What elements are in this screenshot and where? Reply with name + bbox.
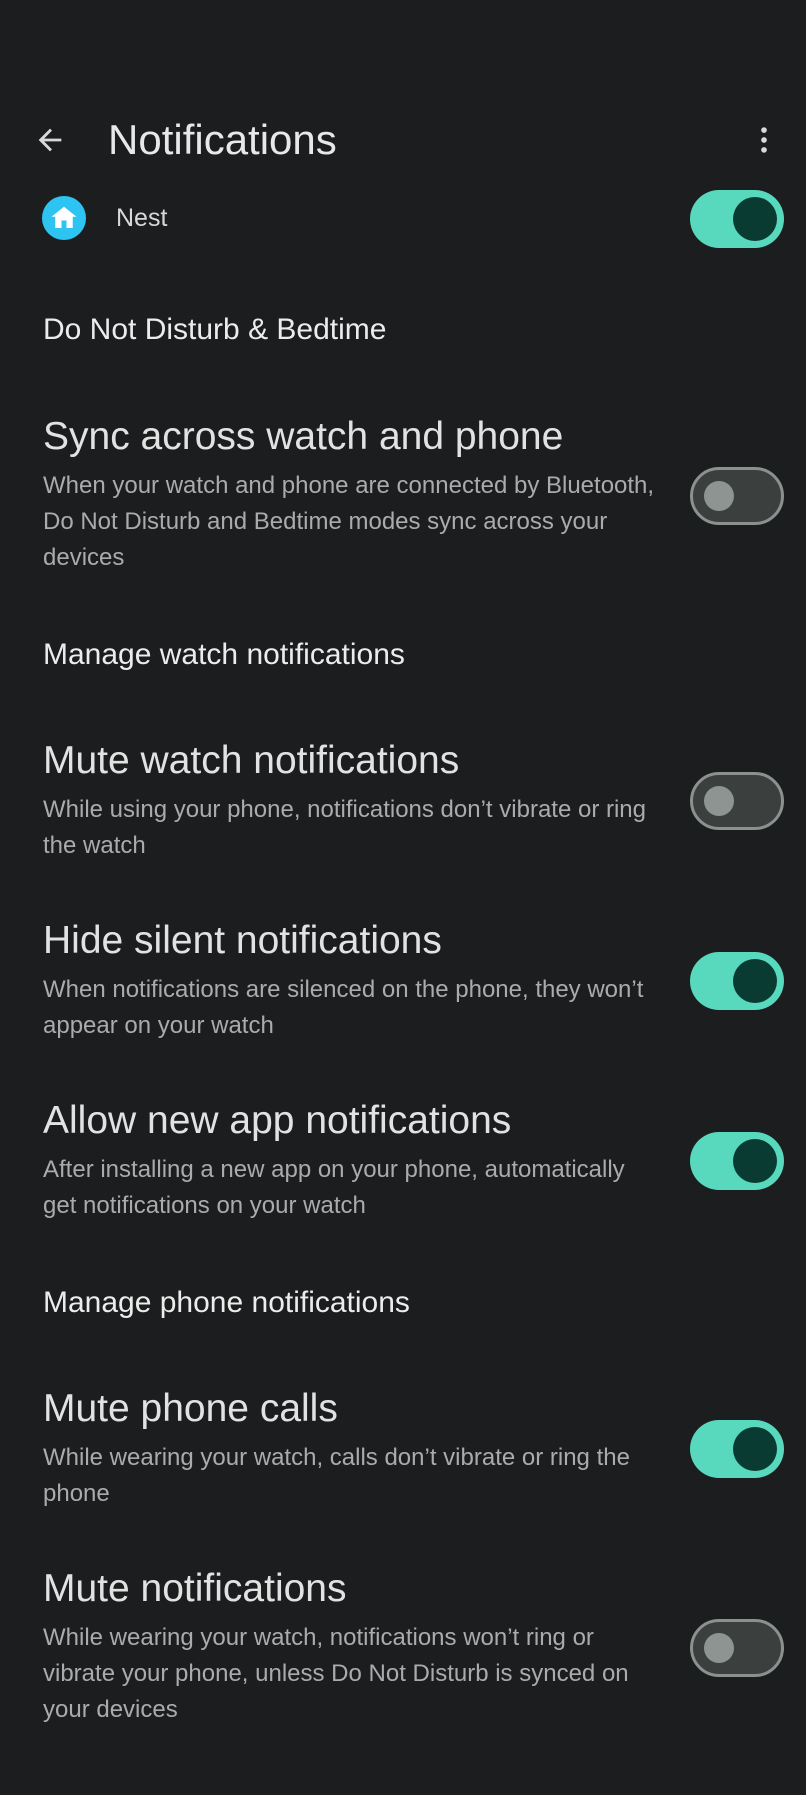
- setting-title: Mute watch notifications: [43, 739, 460, 782]
- arrow-back-icon: [38, 128, 62, 152]
- nest-app-row[interactable]: Nest: [0, 196, 806, 242]
- toggle-knob: [733, 197, 777, 241]
- setting-title: Mute phone calls: [43, 1387, 338, 1430]
- setting-description: While wearing your watch, calls don’t vi…: [43, 1444, 630, 1507]
- setting-mute-phone-notifications[interactable]: Mute notifications While wearing your wa…: [0, 1566, 806, 1736]
- setting-mute-phone-calls[interactable]: Mute phone calls While wearing your watc…: [0, 1386, 806, 1516]
- back-button[interactable]: [22, 112, 78, 168]
- setting-title: Sync across watch and phone: [43, 415, 564, 458]
- setting-description: While using your phone, notifications do…: [43, 796, 646, 859]
- setting-title: Hide silent notifications: [43, 919, 442, 962]
- setting-description: After installing a new app on your phone…: [43, 1156, 625, 1219]
- setting-title: Allow new app notifications: [43, 1099, 512, 1142]
- toggle-knob: [704, 1633, 734, 1663]
- top-app-bar: Notifications: [0, 100, 806, 180]
- setting-title: Mute notifications: [43, 1567, 347, 1610]
- setting-sync-across[interactable]: Sync across watch and phone When your wa…: [0, 414, 806, 574]
- mute-watch-toggle[interactable]: [690, 772, 784, 830]
- nest-app-label: Nest: [116, 204, 168, 232]
- allow-new-apps-toggle[interactable]: [690, 1132, 784, 1190]
- nest-notifications-toggle[interactable]: [690, 190, 784, 248]
- toggle-knob: [733, 1139, 777, 1183]
- setting-allow-new-apps[interactable]: Allow new app notifications After instal…: [0, 1098, 806, 1228]
- mute-phone-calls-toggle[interactable]: [690, 1420, 784, 1478]
- section-header-phone: Manage phone notifications: [43, 1286, 410, 1319]
- mute-phone-notifications-toggle[interactable]: [690, 1619, 784, 1677]
- setting-description: While wearing your watch, notifications …: [43, 1624, 629, 1723]
- more-vert-icon: [761, 127, 767, 153]
- toggle-knob: [733, 959, 777, 1003]
- setting-description: When notifications are silenced on the p…: [43, 976, 644, 1039]
- setting-hide-silent[interactable]: Hide silent notifications When notificat…: [0, 918, 806, 1048]
- toggle-knob: [704, 786, 734, 816]
- setting-mute-watch[interactable]: Mute watch notifications While using you…: [0, 738, 806, 868]
- toggle-knob: [704, 481, 734, 511]
- hide-silent-toggle[interactable]: [690, 952, 784, 1010]
- section-header-watch: Manage watch notifications: [43, 638, 405, 671]
- section-header-dnd: Do Not Disturb & Bedtime: [43, 313, 387, 346]
- sync-across-toggle[interactable]: [690, 467, 784, 525]
- more-options-button[interactable]: [736, 112, 792, 168]
- setting-description: When your watch and phone are connected …: [43, 472, 655, 571]
- toggle-knob: [733, 1427, 777, 1471]
- nest-home-icon: [42, 196, 86, 240]
- page-title: Notifications: [108, 116, 337, 163]
